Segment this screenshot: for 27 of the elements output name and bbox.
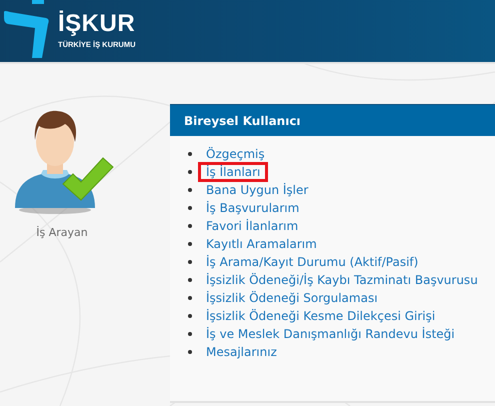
menu-link[interactable]: İşsizlik Ödeneği Kesme Dilekçesi Girişi	[200, 308, 442, 324]
bullet-icon	[188, 152, 192, 156]
bullet-icon	[188, 242, 192, 246]
menu-link[interactable]: İş İlanları	[200, 164, 266, 180]
bullet-icon	[188, 188, 192, 192]
bullet-icon	[188, 296, 192, 300]
menu-link[interactable]: İş ve Meslek Danışmanlığı Randevu İsteği	[200, 326, 461, 342]
bullet-icon	[188, 260, 192, 264]
bullet-icon	[188, 278, 192, 282]
bullet-icon	[188, 206, 192, 210]
menu-link[interactable]: İşsizlik Ödeneği/İş Kaybı Tazminatı Başvurusu	[200, 272, 484, 288]
menu-link[interactable]: Özgeçmiş	[200, 146, 271, 162]
brand-name: İŞKUR	[58, 10, 136, 36]
bullet-icon	[188, 314, 192, 318]
menu-link[interactable]: İş Başvurularım	[200, 200, 306, 216]
menu-link[interactable]: Mesajlarınız	[200, 344, 283, 360]
bullet-icon	[188, 350, 192, 354]
menu-link[interactable]: İş Arama/Kayıt Durumu (Aktif/Pasif)	[200, 254, 424, 270]
bullet-icon	[188, 332, 192, 336]
profile-label: İş Arayan	[36, 226, 88, 239]
menu-link[interactable]: Favori İlanlarım	[200, 218, 304, 234]
bullet-icon	[188, 224, 192, 228]
menu-link[interactable]: Bana Uygun İşler	[200, 182, 314, 198]
menu-link[interactable]: Kayıtlı Aramalarım	[200, 236, 323, 252]
panel-title: Bireysel Kullanıcı	[170, 104, 495, 136]
bullet-icon	[188, 170, 192, 174]
menu-link[interactable]: İşsizlik Ödeneği Sorgulaması	[200, 290, 384, 306]
